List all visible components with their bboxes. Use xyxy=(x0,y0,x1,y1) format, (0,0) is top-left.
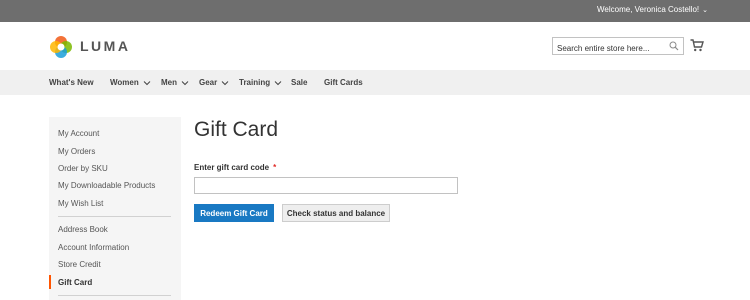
header: LUMA xyxy=(0,22,750,70)
nav-label: Gift Cards xyxy=(324,78,363,87)
chevron-down-icon xyxy=(181,81,189,86)
sidebar-item-gift-card[interactable]: Gift Card xyxy=(58,278,92,287)
nav-label: Women xyxy=(110,78,139,87)
search-box xyxy=(552,37,684,57)
search-icon[interactable] xyxy=(669,41,679,51)
field-label-text: Enter gift card code xyxy=(194,163,270,172)
sidebar-divider xyxy=(58,295,171,296)
nav-item-gear[interactable]: Gear xyxy=(199,78,229,87)
sidebar-item-store-credit[interactable]: Store Credit xyxy=(58,260,101,269)
main-nav: What's New Women Men Gear Training Sale … xyxy=(0,70,750,95)
chevron-down-icon: ⌄ xyxy=(702,7,708,14)
welcome-text: Welcome, Veronica Costello! xyxy=(597,5,700,14)
nav-label: Gear xyxy=(199,78,218,87)
nav-item-gift-cards[interactable]: Gift Cards xyxy=(324,78,363,87)
sidebar-item-my-orders[interactable]: My Orders xyxy=(58,147,95,156)
top-bar: Welcome, Veronica Costello! ⌄ xyxy=(0,0,750,22)
gift-card-code-label: Enter gift card code * xyxy=(194,163,276,172)
nav-item-men[interactable]: Men xyxy=(161,78,189,87)
page-title: Gift Card xyxy=(194,118,279,141)
nav-label: What's New xyxy=(49,78,94,87)
nav-item-sale[interactable]: Sale xyxy=(291,78,307,87)
nav-label: Sale xyxy=(291,78,308,87)
chevron-down-icon xyxy=(221,81,229,86)
active-indicator xyxy=(49,275,51,289)
nav-item-whats-new[interactable]: What's New xyxy=(49,78,94,87)
welcome-menu[interactable]: Welcome, Veronica Costello! ⌄ xyxy=(597,5,708,14)
account-sidebar: My Account My Orders Order by SKU My Dow… xyxy=(49,117,181,300)
nav-label: Training xyxy=(239,78,271,87)
sidebar-item-address-book[interactable]: Address Book xyxy=(58,225,108,234)
nav-label: Men xyxy=(161,78,177,87)
sidebar-item-wish-list[interactable]: My Wish List xyxy=(58,199,103,208)
sidebar-item-my-account[interactable]: My Account xyxy=(58,129,99,138)
sidebar-item-account-information[interactable]: Account Information xyxy=(58,243,129,252)
search-input[interactable] xyxy=(553,40,663,57)
redeem-gift-card-button[interactable]: Redeem Gift Card xyxy=(194,204,274,222)
nav-item-training[interactable]: Training xyxy=(239,78,282,87)
sidebar-item-downloadable-products[interactable]: My Downloadable Products xyxy=(58,181,155,190)
sidebar-item-order-by-sku[interactable]: Order by SKU xyxy=(58,164,108,173)
chevron-down-icon xyxy=(143,81,151,86)
required-marker: * xyxy=(273,163,277,172)
sidebar-divider xyxy=(58,216,171,217)
logo-text[interactable]: LUMA xyxy=(80,38,130,54)
check-status-button[interactable]: Check status and balance xyxy=(282,204,390,222)
chevron-down-icon xyxy=(274,81,282,86)
cart-icon[interactable] xyxy=(690,39,704,52)
gift-card-code-input[interactable] xyxy=(194,177,458,194)
luma-logo-icon[interactable] xyxy=(49,35,73,59)
nav-item-women[interactable]: Women xyxy=(110,78,151,87)
